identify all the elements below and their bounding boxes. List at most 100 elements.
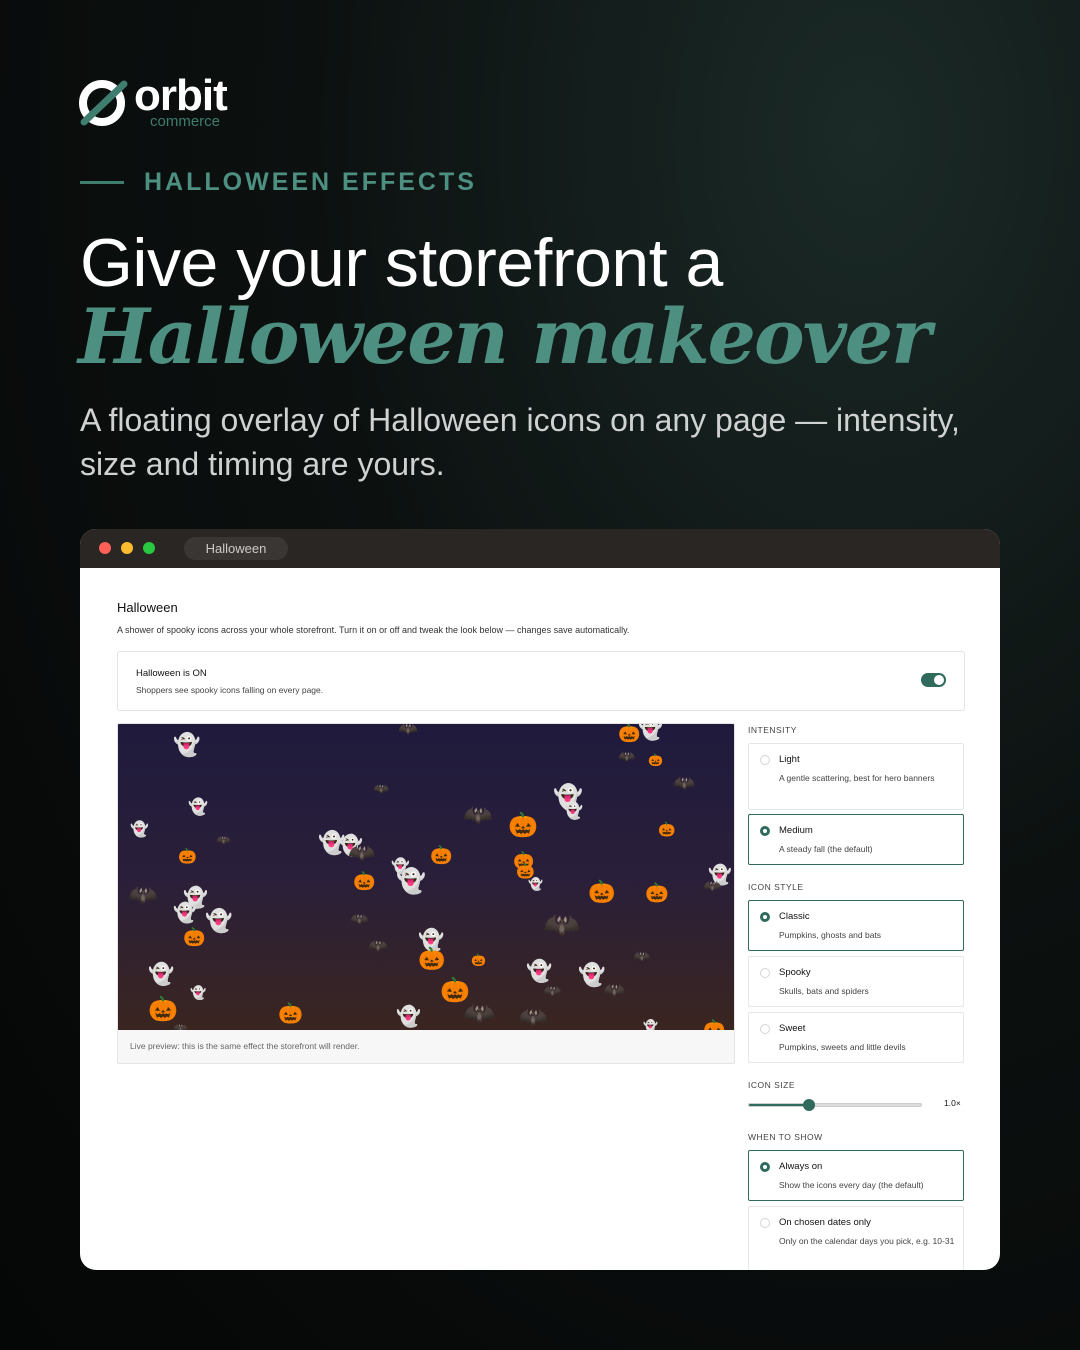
- ghost-icon: 👻: [563, 803, 583, 820]
- brand-logo: orbit commerce: [78, 71, 228, 130]
- bat-icon: 🦇: [603, 980, 626, 1000]
- ghost-icon: 👻: [173, 732, 201, 757]
- headline-line1: Give your storefront a: [80, 225, 723, 301]
- radio-selected-icon: [760, 826, 770, 836]
- brand-sub: commerce: [150, 113, 221, 130]
- orbit-logo-icon: [79, 80, 128, 126]
- pumpkin-icon: 🎃: [430, 845, 453, 865]
- eyebrow-rule: [80, 181, 124, 184]
- pumpkin-icon: 🎃: [471, 953, 486, 967]
- minimize-window-button[interactable]: [121, 542, 133, 554]
- radio-icon: [760, 1024, 770, 1034]
- option-description: Skulls, bats and spiders: [779, 986, 869, 996]
- ghost-icon: 👻: [190, 985, 207, 1000]
- bat-icon: 🦇: [543, 909, 581, 942]
- icon-style-option-classic[interactable]: Classic Pumpkins, ghosts and bats: [748, 900, 964, 951]
- radio-selected-icon: [760, 1162, 770, 1172]
- preview-caption: Live preview: this is the same effect th…: [130, 1041, 360, 1051]
- pumpkin-icon: 🎃: [658, 821, 676, 837]
- when-to-show-label: WHEN TO SHOW: [748, 1132, 823, 1142]
- pumpkin-icon: 🎃: [645, 883, 669, 904]
- live-preview: 👻 🎃 👻 🦇 🦇 🎃 👻 🦇 🦇 👻 👻 🦇 👻 👻 🦇 🎃 🎃 🦇 👻 🎃 🎃 🎃 🎃 👻 👻 🎃 👻 👻 🦇 🎃 🎃 👻 🦇 👻 👻 🎃 🦇 🦇 👻 🎃…: [117, 723, 735, 1064]
- radio-icon: [760, 1218, 770, 1228]
- pumpkin-icon: 🎃: [588, 879, 616, 904]
- eyebrow-text: HALLOWEEN EFFECTS: [144, 168, 477, 196]
- icon-size-label: ICON SIZE: [748, 1080, 796, 1090]
- option-title: On chosen dates only: [779, 1217, 871, 1228]
- headline-line2: Halloween makeover: [78, 292, 931, 381]
- pumpkin-icon: 🎃: [703, 1019, 726, 1030]
- option-description: Pumpkins, sweets and little devils: [779, 1042, 906, 1052]
- option-title: Medium: [779, 825, 813, 836]
- subtitle: A floating overlay of Halloween icons on…: [80, 402, 960, 482]
- bat-icon: 🦇: [350, 911, 369, 928]
- status-title: Halloween is ON: [136, 668, 207, 679]
- halloween-toggle[interactable]: [921, 673, 946, 687]
- icon-style-option-sweet[interactable]: Sweet Pumpkins, sweets and little devils: [748, 1012, 964, 1063]
- option-title: Sweet: [779, 1023, 806, 1034]
- ghost-icon: 👻: [638, 724, 663, 741]
- maximize-window-button[interactable]: [143, 542, 155, 554]
- icon-size-value: 1.0×: [944, 1098, 961, 1108]
- option-description: Only on the calendar days you pick, e.g.…: [779, 1236, 955, 1246]
- radio-icon: [760, 968, 770, 978]
- slider-thumb[interactable]: [803, 1099, 816, 1111]
- pumpkin-icon: 🎃: [278, 1003, 303, 1025]
- when-option-chosen-dates[interactable]: On chosen dates only Only on the calenda…: [748, 1206, 964, 1270]
- preview-stage: 👻 🎃 👻 🦇 🦇 🎃 👻 🦇 🦇 👻 👻 🦇 👻 👻 🦇 🎃 🎃 🦇 👻 🎃 🎃 🎃 🎃 👻 👻 🎃 👻 👻 🦇 🎃 🎃 👻 🦇 👻 👻 🎃 🦇 🦇 👻 🎃…: [118, 724, 734, 1030]
- status-card: Halloween is ON Shoppers see spooky icon…: [117, 651, 965, 711]
- icon-style-label: ICON STYLE: [748, 882, 804, 892]
- ghost-icon: 👻: [528, 877, 543, 891]
- option-title: Always on: [779, 1161, 823, 1172]
- eyebrow: HALLOWEEN EFFECTS: [80, 168, 477, 197]
- intensity-option-medium[interactable]: Medium A steady fall (the default): [748, 814, 964, 865]
- option-title: Light: [779, 754, 800, 765]
- ghost-icon: 👻: [130, 821, 149, 838]
- when-option-always[interactable]: Always on Show the icons every day (the …: [748, 1150, 964, 1201]
- bat-icon: 🦇: [173, 1021, 188, 1030]
- ghost-icon: 👻: [188, 799, 208, 816]
- pumpkin-icon: 🎃: [183, 927, 206, 947]
- pumpkin-icon: 🎃: [418, 946, 446, 971]
- ghost-icon: 👻: [578, 962, 606, 987]
- radio-selected-icon: [760, 912, 770, 922]
- page-title: Halloween: [117, 600, 178, 615]
- radio-icon: [760, 755, 770, 765]
- tab-halloween[interactable]: Halloween: [184, 537, 288, 560]
- bat-icon: 🦇: [368, 938, 388, 955]
- icon-size-slider[interactable]: [748, 1099, 922, 1111]
- bat-icon: 🦇: [463, 998, 496, 1028]
- pumpkin-icon: 🎃: [178, 848, 197, 865]
- pumpkin-icon: 🎃: [353, 871, 376, 891]
- bat-icon: 🦇: [216, 833, 231, 847]
- bat-icon: 🦇: [373, 781, 390, 796]
- pumpkin-icon: 🎃: [148, 996, 178, 1023]
- ghost-icon: 👻: [148, 963, 175, 986]
- bat-icon: 🦇: [618, 748, 636, 764]
- ghost-icon: 👻: [643, 1019, 658, 1030]
- option-description: Show the icons every day (the default): [779, 1180, 924, 1190]
- pumpkin-icon: 🎃: [648, 753, 663, 767]
- option-title: Spooky: [779, 967, 811, 978]
- bat-icon: 🦇: [633, 948, 651, 964]
- slider-fill: [749, 1104, 810, 1106]
- app-window: Halloween Halloween A shower of spooky i…: [80, 529, 1000, 1270]
- intensity-option-light[interactable]: Light A gentle scattering, best for hero…: [748, 743, 964, 810]
- bat-icon: 🦇: [518, 1004, 548, 1030]
- bat-icon: 🦇: [348, 840, 376, 865]
- option-description: A steady fall (the default): [779, 844, 873, 854]
- bat-icon: 🦇: [543, 983, 562, 1000]
- bat-icon: 🦇: [673, 773, 696, 793]
- icon-style-option-spooky[interactable]: Spooky Skulls, bats and spiders: [748, 956, 964, 1007]
- brand-name: orbit: [134, 71, 228, 120]
- close-window-button[interactable]: [99, 542, 111, 554]
- bat-icon: 🦇: [398, 724, 418, 738]
- pumpkin-icon: 🎃: [508, 812, 538, 839]
- window-titlebar: Halloween: [80, 529, 1000, 568]
- ghost-icon: 👻: [173, 903, 197, 924]
- bat-icon: 🦇: [703, 878, 722, 895]
- ghost-icon: 👻: [205, 908, 233, 933]
- ghost-icon: 👻: [396, 868, 426, 895]
- toggle-knob: [934, 675, 944, 685]
- bat-icon: 🦇: [128, 882, 158, 909]
